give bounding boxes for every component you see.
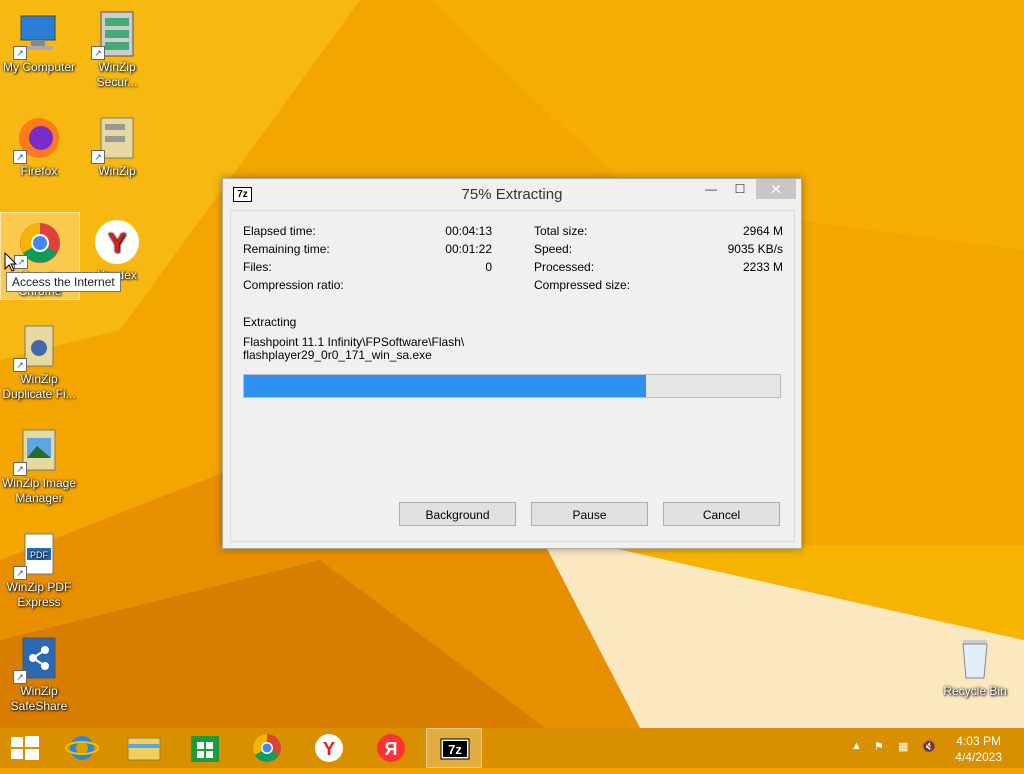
yandex-icon: Y bbox=[93, 218, 141, 266]
progress-bar bbox=[243, 374, 781, 398]
svg-text:7z: 7z bbox=[448, 742, 462, 757]
processed-value: 2233 M bbox=[742, 260, 783, 274]
pdf-icon: PDF ↗ bbox=[13, 530, 63, 580]
desktop-icon-label: Firefox bbox=[20, 164, 58, 178]
share-icon: ↗ bbox=[13, 634, 63, 684]
mouse-cursor-icon bbox=[4, 252, 18, 272]
svg-text:Y: Y bbox=[108, 227, 127, 258]
firefox-icon: ↗ bbox=[13, 114, 63, 164]
volume-muted-icon[interactable]: 🔇 bbox=[922, 740, 936, 753]
cancel-button[interactable]: Cancel bbox=[663, 502, 780, 526]
maximize-button[interactable]: ☐ bbox=[726, 179, 754, 199]
desktop-icon-label: WinZip SafeShare bbox=[10, 684, 68, 713]
clock-date: 4/4/2023 bbox=[955, 750, 1002, 764]
taskbar-store[interactable] bbox=[178, 728, 234, 768]
progress-fill bbox=[244, 375, 646, 397]
computer-icon: ↗ bbox=[13, 10, 63, 60]
recycle-bin-icon bbox=[951, 634, 999, 682]
desktop-icon-label: WinZip Duplicate Fi... bbox=[2, 372, 76, 401]
chrome-icon: ↗ bbox=[14, 219, 64, 269]
winzip-secure-icon: ↗ bbox=[91, 10, 141, 60]
taskbar-file-explorer[interactable] bbox=[116, 728, 172, 768]
current-path-line2: flashplayer29_0r0_171_win_sa.exe bbox=[243, 348, 432, 362]
title-bar[interactable]: 7z 75% Extracting — ☐ ✕ bbox=[223, 179, 801, 209]
action-center-flag-icon[interactable]: ⚑ bbox=[874, 740, 884, 753]
desktop-icon-my-computer[interactable]: ↗ My Computer bbox=[0, 4, 78, 75]
yandex-icon: Я bbox=[377, 734, 405, 762]
tray-overflow-chevron-icon[interactable]: ▲ bbox=[851, 740, 862, 752]
processed-label: Processed: bbox=[534, 260, 595, 274]
ie-icon bbox=[65, 736, 99, 760]
taskbar-yandex-browser[interactable]: Y bbox=[302, 728, 358, 768]
network-icon[interactable]: ▦ bbox=[898, 740, 908, 753]
desktop-icon-label: WinZip Secur... bbox=[96, 60, 138, 89]
speed-label: Speed: bbox=[534, 242, 573, 256]
desktop-icon-winzip-pdf[interactable]: PDF ↗ WinZip PDF Express bbox=[0, 524, 78, 610]
winzip-image-icon: ↗ bbox=[13, 426, 63, 476]
compressed-size-label: Compressed size: bbox=[534, 278, 631, 292]
taskbar-7zip[interactable]: 7z bbox=[426, 728, 482, 768]
clock-time: 4:03 PM bbox=[956, 734, 1001, 748]
7zip-icon: 7z bbox=[440, 738, 470, 760]
clock[interactable]: 4:03 PM 4/4/2023 bbox=[955, 733, 1002, 765]
taskbar-ie[interactable] bbox=[54, 728, 110, 768]
svg-text:Y: Y bbox=[323, 739, 335, 759]
start-icon bbox=[11, 736, 39, 760]
desktop-icon-label: Recycle Bin bbox=[943, 684, 1007, 698]
files-value: 0 bbox=[485, 260, 492, 274]
compression-ratio-label: Compression ratio: bbox=[243, 278, 344, 292]
files-label: Files: bbox=[243, 260, 272, 274]
yandex-browser-icon: Y bbox=[315, 734, 343, 762]
elapsed-value: 00:04:13 bbox=[445, 224, 492, 238]
desktop-icon-label: WinZip PDF Express bbox=[6, 580, 72, 609]
taskbar-yandex[interactable]: Я bbox=[364, 728, 420, 768]
elapsed-label: Elapsed time: bbox=[243, 224, 316, 238]
remaining-value: 00:01:22 bbox=[445, 242, 492, 256]
file-explorer-icon bbox=[127, 737, 161, 761]
close-button[interactable]: ✕ bbox=[756, 179, 796, 199]
desktop-icon-winzip-secure[interactable]: ↗ WinZip Secur... bbox=[78, 4, 156, 90]
desktop-icon-winzip-duplicate[interactable]: ↗ WinZip Duplicate Fi... bbox=[0, 316, 78, 402]
winzip-icon: ↗ bbox=[91, 114, 141, 164]
start-button[interactable] bbox=[0, 728, 56, 768]
taskbar: Y Я 7z ▲ ⚑ ▦ 🔇 4:03 PM 4/4/2023 bbox=[0, 728, 1024, 768]
minimize-button[interactable]: — bbox=[697, 179, 725, 199]
winzip-duplicate-icon: ↗ bbox=[13, 322, 63, 372]
pause-button[interactable]: Pause bbox=[531, 502, 648, 526]
current-path-line1: Flashpoint 11.1 Infinity\FPSoftware\Flas… bbox=[243, 335, 465, 349]
store-icon bbox=[191, 736, 219, 762]
tooltip: Access the Internet bbox=[6, 272, 121, 292]
desktop-icon-firefox[interactable]: ↗ Firefox bbox=[0, 108, 78, 179]
total-size-label: Total size: bbox=[534, 224, 588, 238]
remaining-label: Remaining time: bbox=[243, 242, 330, 256]
svg-text:Я: Я bbox=[385, 739, 398, 759]
operation-label: Extracting bbox=[243, 315, 297, 329]
desktop-icon-recycle-bin[interactable]: Recycle Bin bbox=[936, 628, 1014, 699]
desktop-icon-label: WinZip Image Manager bbox=[1, 476, 77, 505]
speed-value: 9035 KB/s bbox=[727, 242, 783, 256]
chrome-icon bbox=[253, 734, 281, 762]
progress-panel: Elapsed time: 00:04:13 Remaining time: 0… bbox=[230, 210, 795, 542]
background-button[interactable]: Background bbox=[399, 502, 516, 526]
total-size-value: 2964 M bbox=[742, 224, 783, 238]
desktop-icon-winzip-safeshare[interactable]: ↗ WinZip SafeShare bbox=[0, 628, 78, 714]
desktop-icon-winzip[interactable]: ↗ WinZip bbox=[78, 108, 156, 179]
svg-text:PDF: PDF bbox=[30, 550, 49, 560]
desktop-icon-label: WinZip bbox=[98, 164, 136, 178]
desktop-icon-label: My Computer bbox=[2, 60, 76, 74]
extract-dialog: 7z 75% Extracting — ☐ ✕ Elapsed time: 00… bbox=[222, 178, 802, 549]
desktop-icon-winzip-image[interactable]: ↗ WinZip Image Manager bbox=[0, 420, 78, 506]
taskbar-chrome[interactable] bbox=[240, 728, 296, 768]
